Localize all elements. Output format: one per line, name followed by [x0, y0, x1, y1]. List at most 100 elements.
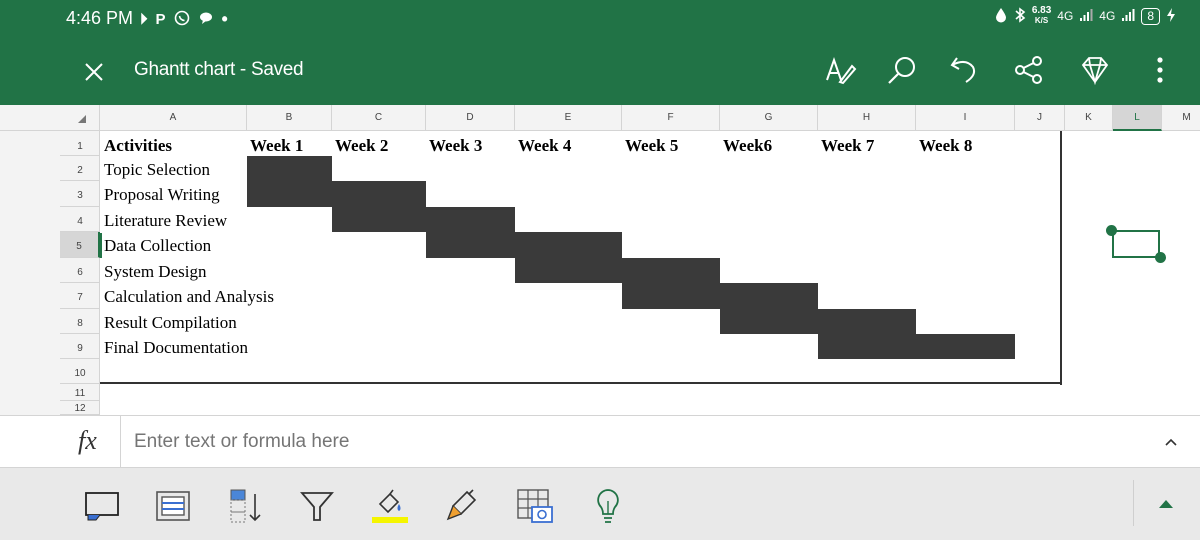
week-header[interactable]: Week 5: [625, 136, 678, 156]
signal-icon: [1079, 8, 1093, 25]
row-header-selected[interactable]: 5: [60, 232, 100, 258]
data-saver-icon: [994, 7, 1008, 26]
charging-icon: [1166, 7, 1176, 26]
notification-icons: ⏵ P •: [140, 9, 228, 30]
search-button[interactable]: [884, 52, 920, 88]
row-header[interactable]: 11: [60, 384, 100, 401]
activity-cell[interactable]: Proposal Writing: [104, 185, 220, 205]
sort-button[interactable]: [227, 486, 267, 526]
gantt-bar[interactable]: [515, 232, 622, 283]
activity-cell[interactable]: Data Collection: [104, 236, 211, 256]
network-4g-label-2: 4G: [1099, 9, 1116, 23]
week-header[interactable]: Week 2: [335, 136, 388, 156]
gantt-bar[interactable]: [916, 334, 1015, 359]
column-header[interactable]: A: [100, 105, 247, 131]
premium-button[interactable]: [1077, 52, 1113, 88]
fill-color-button[interactable]: [370, 486, 410, 526]
resize-handle[interactable]: [1155, 252, 1166, 263]
close-icon: [85, 63, 103, 81]
column-header[interactable]: E: [515, 105, 622, 131]
cell-style-button[interactable]: [82, 486, 122, 526]
row-header[interactable]: 2: [60, 156, 100, 181]
expand-toolbar-icon[interactable]: [1159, 500, 1173, 508]
row-headers: 1 2 3 4 5 6 7 8 9 10 11 12: [0, 131, 100, 415]
fx-label[interactable]: fx: [78, 426, 97, 456]
bluetooth-icon: [1014, 6, 1026, 26]
insert-picture-button[interactable]: [515, 486, 555, 526]
column-header[interactable]: D: [426, 105, 515, 131]
select-all-icon: [78, 115, 86, 123]
column-header[interactable]: C: [332, 105, 426, 131]
sheet-grid[interactable]: Activities Week 1 Week 2 Week 3 Week 4 W…: [100, 131, 1200, 415]
row-header[interactable]: 8: [60, 309, 100, 334]
gantt-bar[interactable]: [332, 181, 426, 232]
column-header[interactable]: F: [622, 105, 720, 131]
column-header[interactable]: M: [1162, 105, 1200, 131]
more-icon: [1157, 57, 1163, 83]
selected-shape[interactable]: [1112, 230, 1160, 258]
column-header[interactable]: I: [916, 105, 1015, 131]
system-status: 6.83 K/S 4G 4G 8: [994, 6, 1176, 26]
row-header[interactable]: 12: [60, 401, 100, 415]
divider: [1133, 480, 1134, 526]
resize-handle[interactable]: [1106, 225, 1117, 236]
week-header[interactable]: Week6: [723, 136, 772, 156]
close-button[interactable]: [80, 58, 108, 86]
row-header[interactable]: 7: [60, 283, 100, 309]
formula-input[interactable]: [134, 431, 734, 453]
gantt-bar[interactable]: [426, 207, 515, 258]
column-header[interactable]: H: [818, 105, 916, 131]
row-header[interactable]: 9: [60, 334, 100, 359]
gantt-bar[interactable]: [818, 309, 916, 359]
select-all-button[interactable]: [0, 105, 100, 131]
share-button[interactable]: [1011, 52, 1047, 88]
more-options-button[interactable]: [1142, 52, 1178, 88]
column-header[interactable]: B: [247, 105, 332, 131]
activities-header[interactable]: Activities: [104, 136, 172, 156]
column-headers: A B C D E F G H I J K L M: [0, 105, 1200, 131]
draw-icon: [826, 56, 857, 85]
insert-table-button[interactable]: [153, 486, 193, 526]
week-header[interactable]: Week 7: [821, 136, 874, 156]
filter-button[interactable]: [297, 486, 337, 526]
row-header[interactable]: 3: [60, 181, 100, 207]
insert-picture-icon: [517, 489, 553, 523]
column-header[interactable]: G: [720, 105, 818, 131]
activity-cell[interactable]: Result Compilation: [104, 313, 237, 333]
activity-cell[interactable]: Calculation and Analysis: [104, 287, 274, 307]
row-header[interactable]: 10: [60, 359, 100, 384]
status-time: 4:46 PM: [66, 8, 134, 28]
formula-bar: fx: [0, 415, 1200, 469]
week-header[interactable]: Week 3: [429, 136, 482, 156]
premium-diamond-icon: [1081, 57, 1109, 86]
column-header-selected[interactable]: L: [1113, 105, 1162, 131]
undo-button[interactable]: [946, 52, 982, 88]
row-header[interactable]: 1: [60, 131, 100, 156]
draw-button[interactable]: [822, 52, 858, 88]
clear-format-button[interactable]: [443, 486, 483, 526]
document-title: Ghantt chart - Saved: [134, 59, 304, 80]
dot-icon: •: [221, 9, 228, 29]
gantt-bar[interactable]: [622, 258, 720, 309]
activity-cell[interactable]: Final Documentation: [104, 338, 248, 358]
gantt-bar[interactable]: [720, 283, 818, 334]
divider: [120, 416, 121, 469]
column-header[interactable]: J: [1015, 105, 1065, 131]
signal-icon: [1121, 8, 1135, 25]
gantt-bar[interactable]: [247, 156, 332, 207]
expand-formula-button[interactable]: [1162, 434, 1180, 452]
activity-cell[interactable]: Topic Selection: [104, 160, 210, 180]
column-header[interactable]: K: [1065, 105, 1113, 131]
network-speed: 6.83 K/S: [1031, 5, 1052, 26]
row-header[interactable]: 4: [60, 207, 100, 232]
ideas-button[interactable]: [588, 486, 628, 526]
insert-table-icon: [156, 491, 190, 521]
chevron-up-icon: [1165, 438, 1177, 446]
row-header[interactable]: 6: [60, 258, 100, 283]
week-header[interactable]: Week 8: [919, 136, 972, 156]
week-header[interactable]: Week 4: [518, 136, 571, 156]
activity-cell[interactable]: Literature Review: [104, 211, 227, 231]
activity-cell[interactable]: System Design: [104, 262, 206, 282]
week-header[interactable]: Week 1: [250, 136, 303, 156]
sort-icon: [230, 489, 261, 523]
